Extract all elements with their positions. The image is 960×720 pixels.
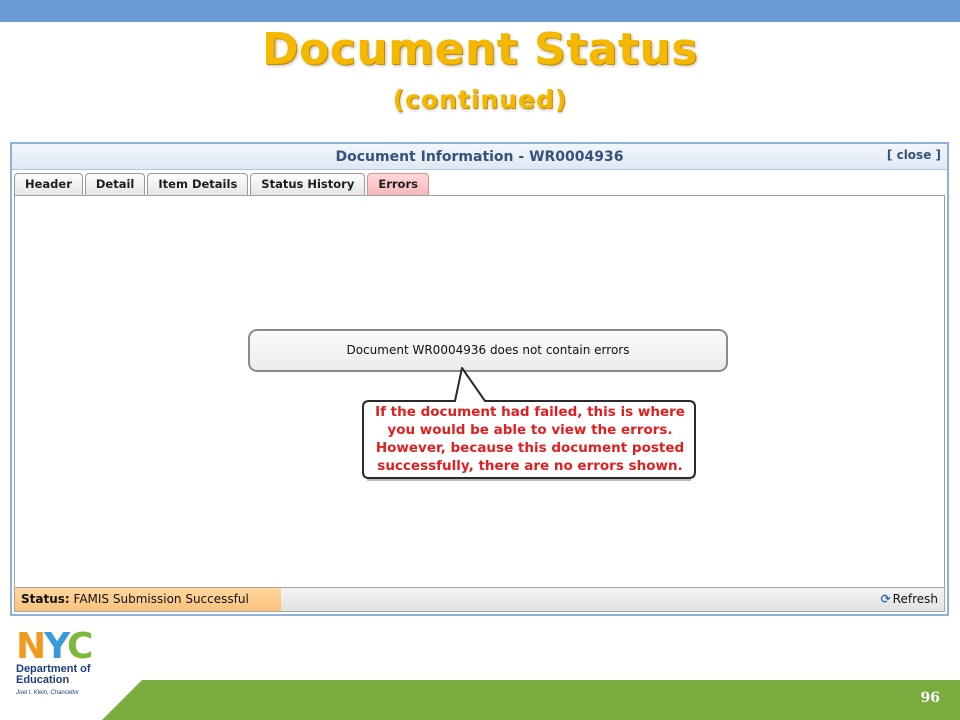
slide-title: Document Status — [262, 24, 698, 75]
refresh-icon[interactable]: ⟳ — [881, 592, 891, 606]
callout-bubble — [362, 367, 696, 481]
top-accent-bar — [0, 0, 960, 22]
status-value: FAMIS Submission Successful — [73, 592, 249, 606]
callout-line: If the document had failed, this is wher… — [375, 404, 685, 420]
tab-detail[interactable]: Detail — [84, 173, 146, 196]
callout-text: If the document had failed, this is wher… — [367, 403, 693, 475]
slide-subtitle: (continued) — [392, 85, 568, 114]
errors-tab-content: Document WR0004936 does not contain erro… — [14, 195, 945, 588]
window-titlebar: Document Information - WR0004936 [ close… — [12, 144, 947, 170]
refresh-button[interactable]: ⟳ Refresh — [881, 588, 938, 611]
nyc-letter-y: Y — [44, 626, 69, 667]
close-link-label[interactable]: [ close ] — [887, 148, 941, 162]
window-title: Document Information - WR0004936 — [335, 149, 624, 165]
status-bar: Status: FAMIS Submission Successful ⟳ Ref… — [14, 587, 945, 612]
footer-green-band — [102, 680, 960, 720]
close-link[interactable]: [ close ] — [887, 148, 941, 162]
tab-item-details[interactable]: Item Details — [147, 173, 249, 196]
refresh-label[interactable]: Refresh — [893, 592, 938, 606]
callout-line: successfully, there are no errors shown. — [377, 458, 683, 474]
status-label: Status: — [21, 592, 70, 606]
tab-errors[interactable]: Errors — [367, 173, 429, 196]
tab-bar: Header Detail Item Details Status Histor… — [14, 173, 431, 196]
document-information-window: Document Information - WR0004936 [ close… — [10, 142, 949, 616]
callout-line: However, because this document posted — [375, 440, 685, 456]
tab-status-history[interactable]: Status History — [250, 173, 366, 196]
page-number: 96 — [920, 690, 940, 706]
nyc-letter-n: N — [16, 626, 46, 667]
tab-header[interactable]: Header — [14, 173, 83, 196]
footer-green-shape — [102, 680, 960, 720]
nyc-letter-c: C — [66, 626, 93, 667]
callout-line: you would be able to view the errors. — [387, 422, 673, 438]
nyc-wordmark: NYC — [16, 629, 93, 665]
status-text: Status: FAMIS Submission Successful — [21, 588, 249, 611]
